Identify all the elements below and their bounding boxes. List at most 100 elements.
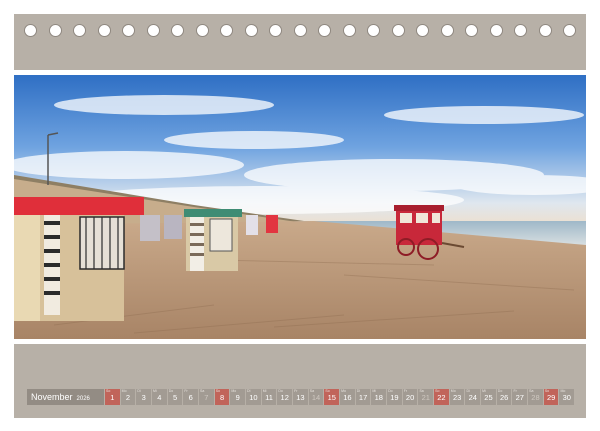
day-number: 14 (311, 393, 321, 402)
day-of-week-label: Mo (450, 389, 456, 393)
beach-photo-illustration (14, 75, 586, 339)
day-cell: So 29 (543, 389, 559, 405)
day-cell: Sa 28 (528, 389, 543, 405)
day-number: 26 (499, 393, 509, 402)
day-number: 28 (531, 393, 540, 402)
day-of-week-label: Fr (513, 389, 517, 393)
day-of-week-label: Sa (419, 389, 424, 393)
day-number: 2 (125, 393, 131, 402)
binding-ring-hole (538, 24, 552, 37)
binding-ring-hole (171, 24, 184, 37)
day-of-week-label: Di (137, 389, 141, 393)
day-of-week-label: So (325, 389, 330, 393)
day-number: 18 (374, 393, 383, 402)
day-of-week-label: Do (497, 389, 503, 393)
binding-ring-hole (122, 24, 135, 37)
day-of-week-label: Mi (153, 389, 157, 393)
day-of-week-label: Mi (372, 389, 377, 393)
day-number: 9 (235, 393, 240, 402)
binding-ring-hole (146, 24, 160, 37)
day-of-week-label: So (106, 389, 111, 393)
day-number: 4 (157, 393, 162, 402)
binding-ring-hole (293, 24, 307, 37)
binding-ring-hole (416, 24, 429, 37)
binding-ring-hole (440, 24, 454, 37)
day-of-week-label: Di (356, 389, 361, 393)
day-of-week-label: Fr (403, 389, 408, 393)
day-number: 23 (452, 393, 462, 402)
day-cell: Mi 18 (371, 389, 387, 405)
day-cell: Fr 20 (402, 389, 418, 405)
day-cell: Di 17 (355, 389, 371, 405)
day-cell: Mo 9 (230, 389, 246, 405)
day-number: 6 (188, 393, 193, 402)
day-of-week-label: Sa (529, 389, 534, 393)
day-cell: Mo 2 (120, 389, 136, 405)
binding-ring-hole (220, 24, 233, 37)
day-number: 25 (484, 393, 493, 402)
day-cell: Di 10 (246, 389, 261, 405)
day-of-week-label: Mo (560, 389, 566, 393)
day-cell: Do 19 (387, 389, 402, 405)
binding-ring-hole (465, 24, 478, 37)
month-label: November 2026 (27, 389, 104, 405)
binding-ring-hole (391, 24, 405, 37)
day-cell: Sa 14 (308, 389, 324, 405)
day-cell: Do 5 (167, 389, 183, 405)
day-number: 15 (327, 393, 336, 402)
day-of-week-label: Mo (121, 389, 127, 393)
binding-ring-hole (24, 24, 37, 37)
day-of-week-label: Di (247, 389, 251, 393)
day-cell: So 8 (214, 389, 230, 405)
binding-ring-hole (73, 24, 86, 37)
day-cell: Fr 27 (512, 389, 528, 405)
day-cell: So 22 (434, 389, 449, 405)
day-cell: Mo 30 (559, 389, 575, 405)
day-cells: So 1 Mo 2 Di 3 Mi 4 Do 5 Fr 6 Sa 7 So 8 Mo 9 Di 10 Mi 11 Do 12 F… (105, 389, 575, 405)
day-number: 13 (296, 393, 305, 402)
month-year: 2026 (76, 396, 90, 402)
binding-ring-hole (195, 24, 209, 37)
day-number: 27 (515, 393, 524, 402)
day-of-week-label: Mi (482, 389, 486, 393)
binding-ring-hole (97, 24, 111, 37)
day-of-week-label: Mo (341, 389, 346, 393)
day-number: 22 (437, 393, 446, 402)
day-of-week-label: Di (466, 389, 470, 393)
day-number: 21 (421, 393, 430, 402)
day-number: 3 (141, 393, 146, 402)
day-cell: Di 3 (136, 389, 152, 405)
day-of-week-label: So (435, 389, 440, 393)
day-of-week-label: Do (278, 389, 283, 393)
day-number: 1 (110, 393, 115, 402)
binding-ring-hole (514, 24, 527, 37)
day-cell: Di 24 (465, 389, 481, 405)
binding-ring-hole (367, 24, 380, 37)
day-cell: Mi 11 (261, 389, 277, 405)
binding-ring-hole (489, 24, 503, 37)
day-cell: Do 26 (496, 389, 512, 405)
day-number: 16 (343, 393, 352, 402)
day-of-week-label: Do (168, 389, 174, 393)
month-bar: November 2026 So 1 Mo 2 Di 3 Mi 4 Do 5 Fr 6 Sa 7 So 8 Mo… (27, 389, 575, 405)
binding-ring-hole (318, 24, 331, 37)
month-name: November (31, 392, 73, 402)
day-number: 20 (405, 393, 415, 402)
day-number: 11 (265, 393, 273, 402)
day-cell: So 1 (105, 389, 120, 405)
day-cell: Mo 23 (449, 389, 465, 405)
day-of-week-label: Sa (309, 389, 315, 393)
day-of-week-label: Do (388, 389, 393, 393)
day-of-week-label: Fr (184, 389, 188, 393)
day-cell: Fr 6 (183, 389, 199, 405)
day-number: 24 (468, 393, 477, 402)
day-cell: Fr 13 (293, 389, 308, 405)
day-cell: So 15 (324, 389, 340, 405)
day-of-week-label: So (544, 389, 550, 393)
binding-ring-hole (563, 24, 576, 37)
day-cell: Sa 7 (199, 389, 214, 405)
day-number: 8 (219, 393, 225, 402)
binding-ring-hole (244, 24, 258, 37)
day-of-week-label: So (215, 389, 220, 393)
day-number: 30 (562, 393, 571, 402)
